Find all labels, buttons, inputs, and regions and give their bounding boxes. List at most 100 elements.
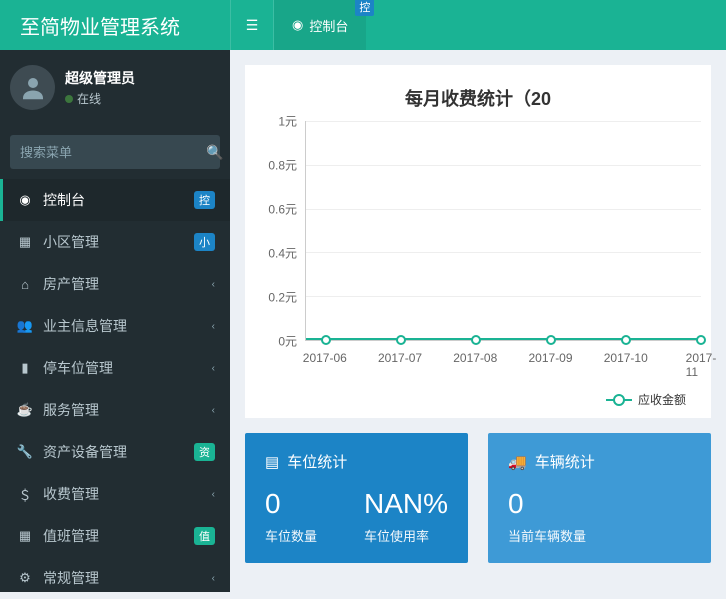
user-name: 超级管理员 <box>65 68 135 88</box>
x-tick: 2017-10 <box>604 351 648 365</box>
menu-badge: 值 <box>194 527 215 545</box>
dashboard-icon: ◉ <box>15 192 35 208</box>
grid-line <box>306 165 701 166</box>
sidebar-item-9[interactable]: ⚙ 常规管理 ‹ <box>0 557 230 599</box>
avatar <box>10 65 55 110</box>
sidebar-item-7[interactable]: ＄ 收费管理 ‹ <box>0 473 230 515</box>
sidebar-item-label: 常规管理 <box>43 568 99 588</box>
money-icon: ＄ <box>15 485 35 504</box>
data-point <box>621 335 631 345</box>
top-header: 至简物业管理系统 ☰ ◉ 控制台 控 <box>0 0 726 50</box>
x-tick: 2017-11 <box>686 351 717 379</box>
sidebar-item-8[interactable]: ▦ 值班管理 值 <box>0 515 230 557</box>
wrench-icon: 🔧 <box>15 444 35 460</box>
sidebar-item-2[interactable]: ⌂ 房产管理 ‹ <box>0 263 230 305</box>
status-dot-icon <box>65 95 73 103</box>
grid-line <box>306 121 701 122</box>
data-point <box>396 335 406 345</box>
sidebar-item-0[interactable]: ◉控制台控 <box>0 179 230 221</box>
grid-line <box>306 252 701 253</box>
dashboard-icon: ◉ <box>292 17 303 33</box>
y-tick: 0.8元 <box>268 157 297 174</box>
y-tick: 0.4元 <box>268 245 297 262</box>
sidebar-menu: ◉控制台控▦小区管理小⌂房产管理‹👥业主信息管理‹▮停车位管理‹☕服务管理‹🔧资… <box>0 179 230 599</box>
legend-marker-icon <box>606 399 632 401</box>
home-icon: ⌂ <box>15 277 35 292</box>
sidebar-item-label: 服务管理 <box>43 400 99 420</box>
stat-value: NAN% <box>364 488 448 520</box>
data-point <box>546 335 556 345</box>
chart-line <box>306 338 701 340</box>
sidebar-item-label: 值班管理 <box>43 526 99 546</box>
chart-card: 每月收费统计（20 1元0.8元0.6元0.4元0.2元0元 2017-0620… <box>245 65 711 418</box>
chart-title: 每月收费统计（20 <box>255 85 701 111</box>
chevron-left-icon: ‹ <box>212 363 215 374</box>
parking-icon: ▮ <box>15 360 35 376</box>
sidebar-toggle-button[interactable]: ☰ <box>230 0 274 50</box>
list-icon: ▦ <box>15 234 35 250</box>
sidebar-item-label: 房产管理 <box>43 274 99 294</box>
sidebar-item-label: 控制台 <box>43 190 85 210</box>
truck-icon: 🚚 <box>508 453 527 471</box>
stat-header: ▤ 车位统计 <box>265 451 448 472</box>
tab-badge: 控 <box>355 0 374 16</box>
search-icon: 🔍 <box>206 144 223 161</box>
y-tick: 0元 <box>278 333 297 350</box>
data-point <box>321 335 331 345</box>
data-point <box>696 335 706 345</box>
data-point <box>471 335 481 345</box>
main-content: 每月收费统计（20 1元0.8元0.6元0.4元0.2元0元 2017-0620… <box>230 50 726 592</box>
sidebar-item-5[interactable]: ☕ 服务管理 ‹ <box>0 389 230 431</box>
legend-label: 应收金额 <box>638 391 686 408</box>
stat-card-parking: ▤ 车位统计 0 车位数量 NAN% 车位使用率 <box>245 433 468 563</box>
x-tick: 2017-09 <box>528 351 572 365</box>
chevron-left-icon: ‹ <box>212 573 215 584</box>
search-button[interactable]: 🔍 <box>206 135 223 169</box>
tab-console[interactable]: ◉ 控制台 控 <box>274 0 366 50</box>
users-icon: 👥 <box>15 318 35 334</box>
y-tick: 1元 <box>278 113 297 130</box>
user-status: 在线 <box>65 90 135 107</box>
stat-value: 0 <box>508 488 691 520</box>
stat-label: 车位使用率 <box>364 526 448 545</box>
grid-line <box>306 209 701 210</box>
y-tick: 0.2元 <box>268 289 297 306</box>
sidebar-item-3[interactable]: 👥 业主信息管理 ‹ <box>0 305 230 347</box>
chevron-left-icon: ‹ <box>212 321 215 332</box>
cogs-icon: ⚙ <box>15 570 35 586</box>
sidebar-item-4[interactable]: ▮ 停车位管理 ‹ <box>0 347 230 389</box>
stat-header: 🚚 车辆统计 <box>508 451 691 472</box>
sidebar-item-label: 业主信息管理 <box>43 316 127 336</box>
sidebar: 超级管理员 在线 🔍 ◉控制台控▦小区管理小⌂房产管理‹👥业主信息管理‹▮停车位… <box>0 50 230 592</box>
brand-title: 至简物业管理系统 <box>0 11 230 40</box>
x-tick: 2017-06 <box>303 351 347 365</box>
sidebar-item-1[interactable]: ▦小区管理小 <box>0 221 230 263</box>
menu-icon: ☰ <box>246 17 259 34</box>
stat-value: 0 <box>265 488 334 520</box>
search-box: 🔍 <box>10 135 220 169</box>
search-input[interactable] <box>10 135 206 169</box>
chart-legend: 应收金额 <box>255 381 701 408</box>
chevron-left-icon: ‹ <box>212 489 215 500</box>
user-panel: 超级管理员 在线 <box>0 50 230 125</box>
x-tick: 2017-07 <box>378 351 422 365</box>
tab-label: 控制台 <box>309 16 348 35</box>
stats-row: ▤ 车位统计 0 车位数量 NAN% 车位使用率 🚚 <box>245 433 711 563</box>
sidebar-item-6[interactable]: 🔧资产设备管理资 <box>0 431 230 473</box>
sidebar-item-label: 停车位管理 <box>43 358 113 378</box>
status-text: 在线 <box>77 90 101 107</box>
sidebar-item-label: 收费管理 <box>43 484 99 504</box>
sidebar-item-label: 小区管理 <box>43 232 99 252</box>
calendar-icon: ▦ <box>15 528 35 544</box>
chevron-left-icon: ‹ <box>212 405 215 416</box>
search-wrap: 🔍 <box>0 125 230 179</box>
stat-card-vehicle: 🚚 车辆统计 0 当前车辆数量 <box>488 433 711 563</box>
sidebar-item-label: 资产设备管理 <box>43 442 127 462</box>
y-axis: 1元0.8元0.6元0.4元0.2元0元 <box>255 121 305 341</box>
chart-area: 1元0.8元0.6元0.4元0.2元0元 2017-062017-072017-… <box>255 121 701 381</box>
x-axis: 2017-062017-072017-082017-092017-102017-… <box>305 351 701 371</box>
chevron-left-icon: ‹ <box>212 279 215 290</box>
stat-title: 车辆统计 <box>535 451 595 472</box>
stat-label: 车位数量 <box>265 526 334 545</box>
coffee-icon: ☕ <box>15 402 35 418</box>
